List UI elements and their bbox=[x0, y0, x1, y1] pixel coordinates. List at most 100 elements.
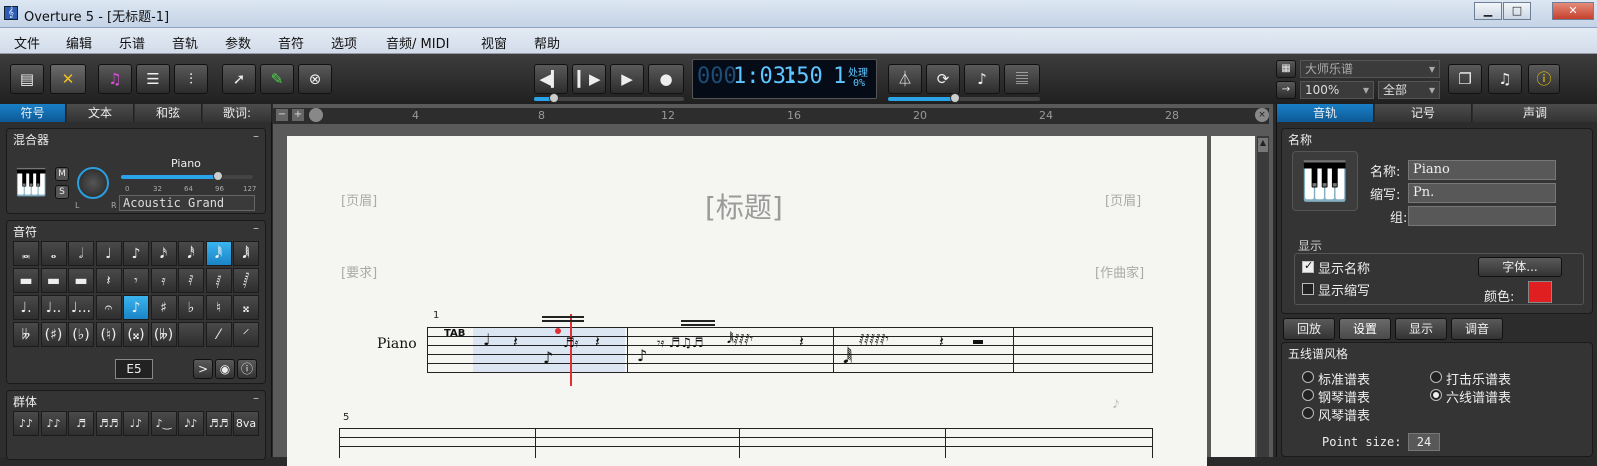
loop-button[interactable]: ⟳ bbox=[926, 64, 960, 94]
tab-chords[interactable]: 和弦 bbox=[135, 104, 202, 122]
staff-button[interactable]: 𝄚 bbox=[1004, 64, 1040, 94]
note-palette-button[interactable]: 𝅂 bbox=[233, 268, 259, 293]
note-palette-button[interactable]: (𝄪) bbox=[123, 322, 149, 347]
style-radio-organ[interactable] bbox=[1302, 407, 1314, 419]
subtab-settings[interactable]: 设置 bbox=[1339, 318, 1391, 340]
header-left[interactable]: [页眉] bbox=[341, 190, 377, 209]
tab-marks[interactable]: 记号 bbox=[1375, 104, 1472, 122]
group-palette-button[interactable]: 8va bbox=[233, 411, 259, 436]
note-palette-button[interactable]: 𝄫 bbox=[13, 322, 39, 347]
note-palette-button[interactable]: 𝄐 bbox=[95, 295, 122, 320]
group-palette-button[interactable]: ♪♪ bbox=[40, 411, 67, 436]
score-title[interactable]: [标题] bbox=[705, 186, 783, 226]
abbr-input[interactable]: Pn. bbox=[1408, 183, 1556, 203]
group-palette-button[interactable]: ♬ bbox=[68, 411, 94, 436]
play-from-start-button[interactable]: ▎▶ bbox=[572, 64, 606, 94]
minimize-button[interactable]: ▁ bbox=[1474, 2, 1502, 20]
solo-button[interactable]: S bbox=[55, 185, 69, 199]
note-palette-button[interactable]: 𝅜 bbox=[13, 241, 39, 266]
eraser-tool-button[interactable]: ⊗ bbox=[298, 64, 332, 94]
zoom-out-icon[interactable]: − bbox=[276, 109, 288, 121]
audio-button[interactable]: ♫ bbox=[1488, 64, 1522, 94]
note-entry-button[interactable]: ♪ bbox=[964, 64, 1000, 94]
style-combo[interactable]: 大师乐谱 bbox=[1300, 60, 1440, 78]
note-palette-button[interactable]: ♩... bbox=[68, 295, 94, 320]
maximize-button[interactable]: □ bbox=[1503, 2, 1531, 20]
style-radio-tab[interactable] bbox=[1430, 389, 1442, 401]
collapse-icon[interactable]: – bbox=[253, 221, 259, 235]
note-palette-button[interactable]: ♩ bbox=[95, 241, 122, 266]
header-right[interactable]: [页眉] bbox=[1105, 190, 1141, 209]
vertical-scrollbar[interactable]: ▲ bbox=[1257, 136, 1269, 457]
group-palette-button[interactable]: ♬♬ bbox=[95, 411, 122, 436]
note-palette-button[interactable]: 𝅘𝅥𝅲 bbox=[233, 241, 259, 266]
note-name-field[interactable]: E5 bbox=[115, 359, 153, 379]
menu-file[interactable]: 文件 bbox=[14, 33, 40, 52]
menu-notes[interactable]: 音符 bbox=[278, 33, 304, 52]
list-button[interactable]: ☰ bbox=[136, 64, 170, 94]
note-palette-button[interactable] bbox=[178, 322, 204, 347]
speaker-button[interactable]: ◉ bbox=[215, 359, 235, 379]
copy-button[interactable]: ❐ bbox=[1448, 64, 1482, 94]
menu-options[interactable]: 选项 bbox=[331, 33, 357, 52]
group-palette-button[interactable]: 𝅘𝅥𝅯♪ bbox=[178, 411, 204, 436]
collapse-icon[interactable]: – bbox=[253, 129, 259, 143]
menu-score[interactable]: 乐谱 bbox=[119, 33, 145, 52]
mixer-button[interactable]: ⫶ bbox=[174, 64, 208, 94]
note-palette-button[interactable]: ▬ bbox=[40, 268, 67, 293]
rewind-button[interactable]: ◀▎ bbox=[534, 64, 568, 94]
menu-window[interactable]: 视窗 bbox=[481, 33, 507, 52]
note-palette-button[interactable]: ♩.. bbox=[40, 295, 67, 320]
note-palette-button[interactable]: (♮) bbox=[95, 322, 122, 347]
note-palette-button[interactable]: 𝅗𝅥 bbox=[68, 241, 94, 266]
tab-key[interactable]: 声调 bbox=[1473, 104, 1597, 122]
note-palette-button[interactable]: 𝅀 bbox=[178, 268, 204, 293]
group-input[interactable] bbox=[1408, 206, 1556, 226]
note-palette-button[interactable]: ⁄ bbox=[205, 322, 232, 347]
tab-symbols[interactable]: 符号 bbox=[0, 104, 66, 122]
note-palette-button[interactable]: ♭ bbox=[178, 295, 204, 320]
note-palette-button[interactable]: (♯) bbox=[40, 322, 67, 347]
metronome-button[interactable]: ⏃ bbox=[888, 64, 922, 94]
subtab-display[interactable]: 显示 bbox=[1395, 318, 1447, 340]
note-palette-button[interactable]: ♪ bbox=[123, 241, 149, 266]
accent-button[interactable]: > bbox=[193, 359, 213, 379]
style-radio-percussion[interactable] bbox=[1430, 371, 1442, 383]
note-palette-button[interactable]: 𝅁 bbox=[205, 268, 232, 293]
note-palette-button[interactable]: ♯ bbox=[150, 295, 177, 320]
scroll-up-icon[interactable]: ▲ bbox=[1258, 138, 1268, 152]
playback-position-slider[interactable] bbox=[534, 93, 684, 103]
notes-button[interactable]: ♫ bbox=[98, 64, 132, 94]
note-palette-button[interactable]: 𝄿 bbox=[150, 268, 177, 293]
name-input[interactable]: Piano bbox=[1408, 160, 1556, 180]
show-name-checkbox[interactable]: ✓ bbox=[1302, 259, 1314, 273]
group-palette-button[interactable]: ♩♪ bbox=[123, 411, 149, 436]
ruler-knob[interactable] bbox=[309, 108, 323, 122]
note-palette-button[interactable]: 𝅘𝅥𝅰 bbox=[178, 241, 204, 266]
note-palette-button[interactable]: ▬ bbox=[13, 268, 39, 293]
menu-track[interactable]: 音轨 bbox=[172, 33, 198, 52]
menu-help[interactable]: 帮助 bbox=[534, 33, 560, 52]
request-text[interactable]: [要求] bbox=[341, 262, 377, 281]
measure-ruler[interactable]: − + 4 8 12 16 20 24 28 × bbox=[273, 108, 1269, 124]
note-palette-button[interactable]: ⸍ bbox=[233, 322, 259, 347]
note-palette-button[interactable]: 𝅘𝅥𝅯 bbox=[150, 241, 177, 266]
tab-track[interactable]: 音轨 bbox=[1277, 104, 1374, 122]
arrow-tool-button[interactable]: ➚ bbox=[222, 64, 256, 94]
ruler-close-icon[interactable]: × bbox=[1255, 108, 1269, 122]
mixer-volume-slider[interactable] bbox=[121, 171, 253, 181]
color-swatch[interactable] bbox=[1528, 281, 1552, 303]
group-palette-button[interactable]: ♪♪ bbox=[13, 411, 39, 436]
note-palette-button[interactable]: (♭) bbox=[68, 322, 94, 347]
group-palette-button[interactable]: ♬♬ bbox=[205, 411, 232, 436]
score-page[interactable]: [页眉] [页眉] [标题] [要求] [作曲家] 1 Piano TAB ♩ … bbox=[287, 136, 1207, 466]
composer-text[interactable]: [作曲家] bbox=[1095, 262, 1144, 281]
note-palette-button[interactable]: 𝄽 bbox=[95, 268, 122, 293]
volume-slider[interactable] bbox=[888, 93, 1040, 103]
pencil-tool-button[interactable]: ✎ bbox=[260, 64, 294, 94]
patch-field[interactable]: Acoustic Grand bbox=[119, 195, 255, 211]
note-palette-button[interactable]: ♮ bbox=[205, 295, 232, 320]
tab-text[interactable]: 文本 bbox=[67, 104, 134, 122]
note-info-button[interactable]: ⓘ bbox=[237, 359, 257, 379]
note-palette-button[interactable]: ▬ bbox=[68, 268, 94, 293]
